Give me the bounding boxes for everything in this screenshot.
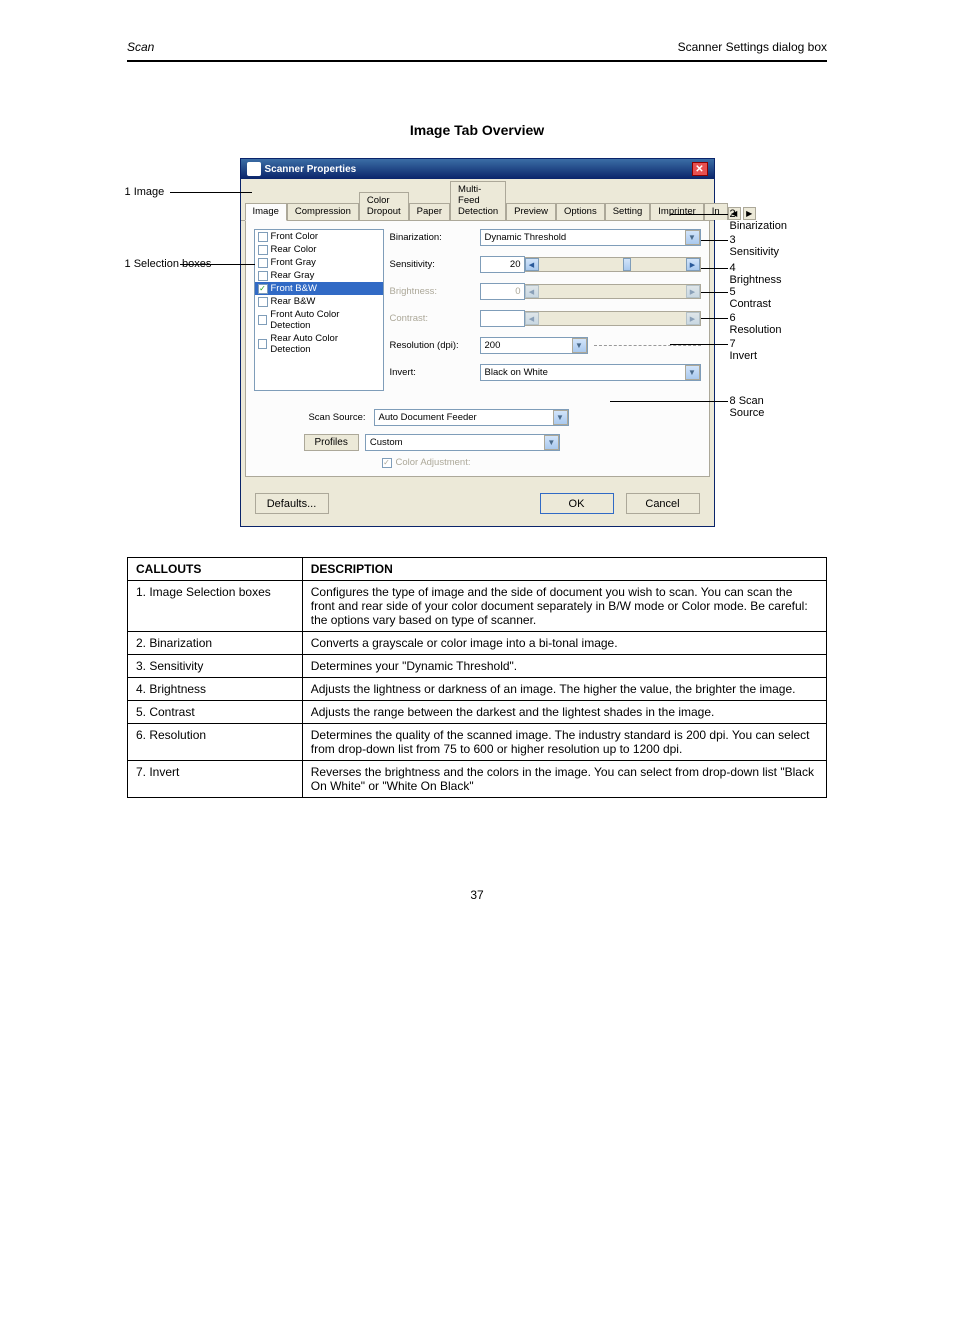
tabstrip: Image Compression Color Dropout Paper Mu… bbox=[241, 179, 714, 221]
tab-options[interactable]: Options bbox=[556, 203, 605, 220]
close-icon[interactable]: ✕ bbox=[692, 162, 708, 176]
checkbox-rear-bw[interactable] bbox=[258, 297, 268, 307]
profiles-button[interactable]: Profiles bbox=[304, 434, 359, 451]
tab-multifeed[interactable]: Multi-Feed Detection bbox=[450, 181, 506, 220]
image-selection-listbox[interactable]: Front Color Rear Color Front Gray Rear G… bbox=[254, 229, 384, 391]
contrast-input bbox=[480, 310, 525, 327]
tab-color-dropout[interactable]: Color Dropout bbox=[359, 192, 409, 220]
callout-image: 1 Image bbox=[125, 186, 165, 198]
table-row: 4. Brightness bbox=[128, 678, 303, 701]
callout-resolution: 6 Resolution bbox=[730, 312, 782, 336]
callout-sensitivity: 3 Sensitivity bbox=[730, 234, 780, 258]
chevron-down-icon: ▼ bbox=[544, 435, 559, 450]
checkbox-rear-color[interactable] bbox=[258, 245, 268, 255]
header-left: Scan bbox=[127, 40, 154, 54]
resolution-dropdown[interactable]: 200▼ bbox=[480, 337, 588, 354]
slider-left-icon: ◀ bbox=[525, 285, 539, 298]
table-row: 5. Contrast bbox=[128, 701, 303, 724]
th-callouts: CALLOUTS bbox=[128, 558, 303, 581]
page-number: 37 bbox=[127, 888, 827, 902]
checkbox-front-bw[interactable]: ✓ bbox=[258, 284, 268, 294]
subheader: Image Tab Overview bbox=[127, 122, 827, 138]
color-adjustment-checkbox: ✓ Color Adjustment: bbox=[382, 457, 701, 468]
tab-compression[interactable]: Compression bbox=[287, 203, 359, 220]
tab-setting[interactable]: Setting bbox=[605, 203, 651, 220]
table-row: 7. Invert bbox=[128, 761, 303, 798]
table-row: 1. Image Selection boxes bbox=[128, 581, 303, 632]
slider-right-icon[interactable]: ▶ bbox=[686, 258, 700, 271]
contrast-slider: ◀ ▶ bbox=[525, 311, 701, 326]
brightness-slider: ◀ ▶ bbox=[525, 284, 701, 299]
checkbox-front-color[interactable] bbox=[258, 232, 268, 242]
callout-invert: 7 Invert bbox=[730, 338, 758, 362]
checkbox-front-auto[interactable] bbox=[258, 315, 268, 325]
header-right: Scanner Settings dialog box bbox=[678, 40, 827, 54]
table-row: 6. Resolution bbox=[128, 724, 303, 761]
checkbox-rear-gray[interactable] bbox=[258, 271, 268, 281]
table-row: 3. Sensitivity bbox=[128, 655, 303, 678]
title-text: Scanner Properties bbox=[265, 164, 357, 175]
th-description: DESCRIPTION bbox=[302, 558, 826, 581]
chevron-down-icon: ▼ bbox=[572, 338, 587, 353]
tab-imprinter[interactable]: Imprinter bbox=[650, 203, 703, 220]
brightness-input: 0 bbox=[480, 283, 525, 300]
profiles-dropdown[interactable]: Custom▼ bbox=[365, 434, 560, 451]
tab-more[interactable]: In bbox=[704, 203, 728, 220]
tab-preview[interactable]: Preview bbox=[506, 203, 556, 220]
slider-left-icon: ◀ bbox=[525, 312, 539, 325]
scan-source-dropdown[interactable]: Auto Document Feeder▼ bbox=[374, 409, 569, 426]
binarization-dropdown[interactable]: Dynamic Threshold▼ bbox=[480, 229, 701, 246]
app-icon bbox=[247, 162, 261, 176]
checkbox-rear-auto[interactable] bbox=[258, 339, 268, 349]
page-header: Scan Scanner Settings dialog box bbox=[127, 40, 827, 62]
slider-left-icon[interactable]: ◀ bbox=[525, 258, 539, 271]
sensitivity-slider[interactable]: ◀ ▶ bbox=[525, 257, 701, 272]
defaults-button[interactable]: Defaults... bbox=[255, 493, 329, 514]
invert-dropdown[interactable]: Black on White▼ bbox=[480, 364, 701, 381]
tab-image[interactable]: Image bbox=[245, 203, 287, 221]
chevron-down-icon: ▼ bbox=[685, 365, 700, 380]
callout-brightness: 4 Brightness bbox=[730, 262, 782, 286]
scanner-properties-dialog: Scanner Properties ✕ Image Compression C… bbox=[240, 158, 715, 527]
callout-binarization: 2 Binarization bbox=[730, 208, 787, 232]
callout-contrast: 5 Contrast bbox=[730, 286, 772, 310]
options-table: CALLOUTSDESCRIPTION 1. Image Selection b… bbox=[127, 557, 827, 798]
titlebar[interactable]: Scanner Properties ✕ bbox=[241, 159, 714, 179]
table-row: 2. Binarization bbox=[128, 632, 303, 655]
checkbox-front-gray[interactable] bbox=[258, 258, 268, 268]
cancel-button[interactable]: Cancel bbox=[626, 493, 700, 514]
slider-right-icon: ▶ bbox=[686, 285, 700, 298]
callout-scansource: 8 Scan Source bbox=[730, 395, 765, 419]
chevron-down-icon: ▼ bbox=[553, 410, 568, 425]
slider-thumb[interactable] bbox=[623, 258, 631, 271]
chevron-down-icon: ▼ bbox=[685, 230, 700, 245]
ok-button[interactable]: OK bbox=[540, 493, 614, 514]
tab-paper[interactable]: Paper bbox=[409, 203, 450, 220]
slider-right-icon: ▶ bbox=[686, 312, 700, 325]
sensitivity-input[interactable]: 20 bbox=[480, 256, 525, 273]
